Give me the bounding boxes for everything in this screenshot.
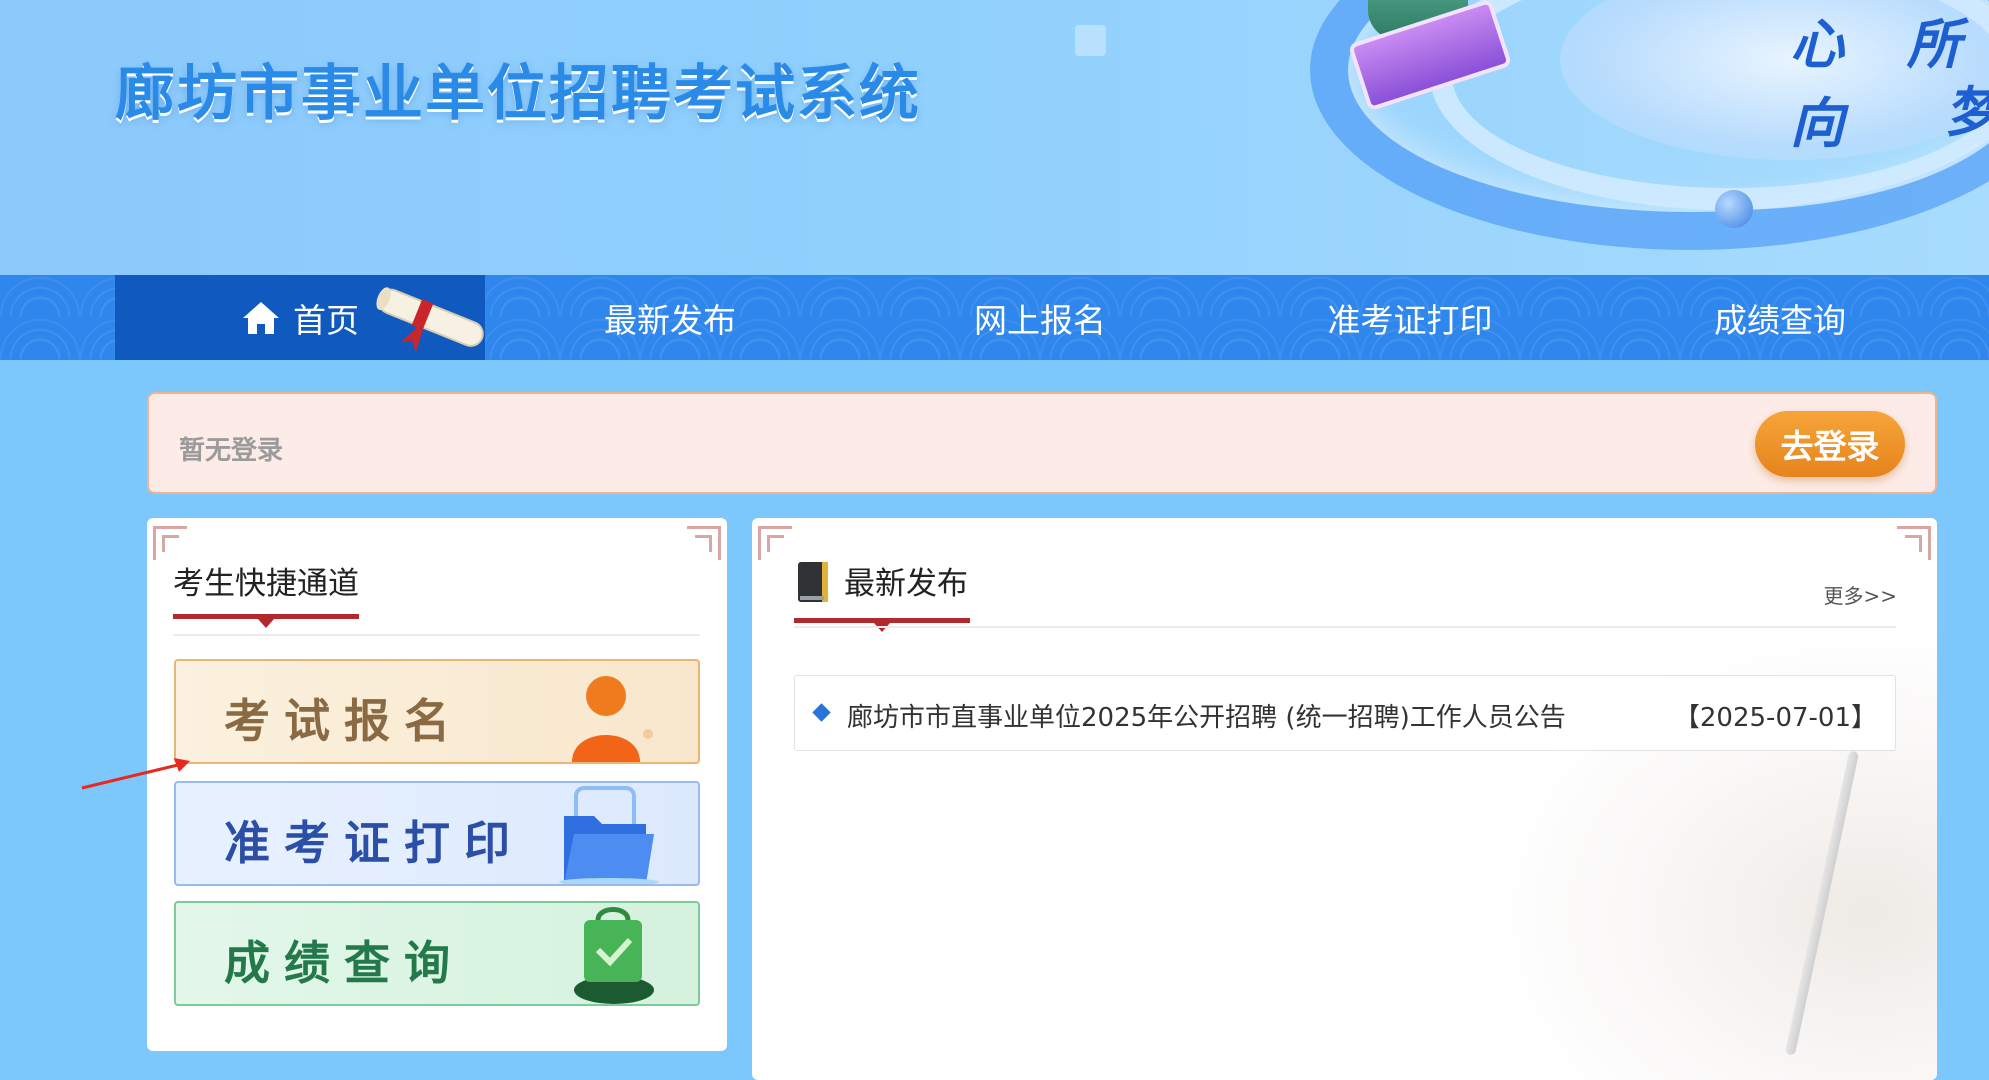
nav-item-label: 首页 <box>293 300 359 340</box>
nav-item-label: 网上报名 <box>974 300 1106 340</box>
decorative-square <box>1075 25 1106 56</box>
nav-item-label: 最新发布 <box>604 300 736 340</box>
corner-ornament <box>153 526 187 560</box>
book-icon <box>798 562 828 602</box>
scroll-diploma-icon <box>376 287 484 353</box>
admission-print-card[interactable]: 准考证打印 <box>174 781 700 886</box>
score-query-card[interactable]: 成绩查询 <box>174 901 700 1006</box>
nav-item-score-query[interactable]: 成绩查询 <box>1595 275 1965 360</box>
score-query-label: 成绩查询 <box>224 936 464 990</box>
diamond-bullet-icon <box>812 703 831 722</box>
heading-underline <box>173 614 359 628</box>
nav-item-admission-print[interactable]: 准考证打印 <box>1225 275 1595 360</box>
nav-item-latest[interactable]: 最新发布 <box>485 275 855 360</box>
heading-divider <box>173 634 700 636</box>
nav-item-label: 准考证打印 <box>1327 300 1493 340</box>
exam-signup-card[interactable]: 考试报名 <box>174 659 700 764</box>
latest-news-panel: 最新发布 更多>> 廊坊市市直事业单位2025年公开招聘 (统一招聘)工作人员公… <box>752 518 1937 1080</box>
person-icon <box>572 676 653 762</box>
nav-item-online-signup[interactable]: 网上报名 <box>855 275 1225 360</box>
banner-slogan-second: 梦 <box>1945 68 1989 147</box>
login-status-text: 暂无登录 <box>179 436 284 466</box>
latest-news-title: 最新发布 <box>844 566 968 602</box>
corner-ornament <box>1897 526 1931 560</box>
decorative-ball <box>1715 190 1753 228</box>
nav-item-label: 成绩查询 <box>1714 300 1846 340</box>
admission-print-label: 准考证打印 <box>224 816 524 870</box>
main-nav: 首页 最新发布 网上报名 准考证打印 成绩查询 <box>0 275 1989 360</box>
header-banner: 心 所 向 梦 廊坊市事业单位招聘考试系统 <box>0 0 1989 275</box>
login-button[interactable]: 去登录 <box>1755 411 1905 477</box>
home-icon <box>243 301 279 334</box>
corner-ornament <box>687 526 721 560</box>
more-link[interactable]: 更多>> <box>1823 580 1897 609</box>
corner-ornament <box>758 526 792 560</box>
exam-signup-label: 考试报名 <box>224 694 464 748</box>
site-title: 廊坊市事业单位招聘考试系统 <box>115 59 921 129</box>
folder-icon <box>559 786 659 884</box>
news-date: 【2025-07-01】 <box>1673 703 1877 733</box>
login-bar: 暂无登录 去登录 <box>147 392 1937 494</box>
shopping-bag-icon <box>574 907 654 1004</box>
quick-access-panel: 考生快捷通道 考试报名 准考证打印 成绩查询 <box>147 518 727 1051</box>
arrow-icon <box>81 758 190 790</box>
heading-underline <box>794 618 970 632</box>
quick-access-title: 考生快捷通道 <box>173 566 359 602</box>
news-title[interactable]: 廊坊市市直事业单位2025年公开招聘 (统一招聘)工作人员公告 <box>847 697 1566 734</box>
news-list-item[interactable]: 廊坊市市直事业单位2025年公开招聘 (统一招聘)工作人员公告 【2025-07… <box>794 675 1896 751</box>
heading-divider <box>794 626 1896 628</box>
